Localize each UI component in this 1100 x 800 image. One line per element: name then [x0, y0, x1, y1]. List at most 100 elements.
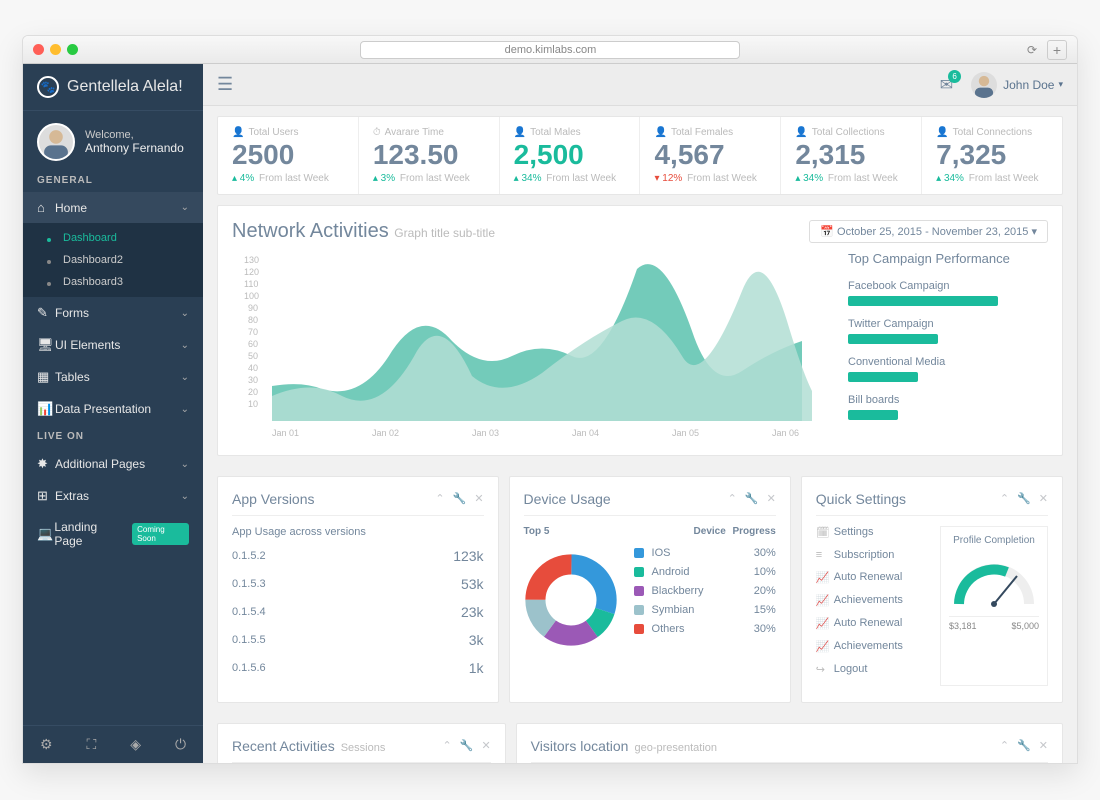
new-tab-button[interactable]: +: [1047, 40, 1067, 60]
sidebar-item-landing[interactable]: 💻Landing PageComing Soon: [23, 512, 203, 556]
quick-setting-item[interactable]: ↪Logout: [816, 663, 930, 676]
svg-text:20: 20: [248, 387, 258, 397]
stat-tile: 👤Total Collections 2,315 ▴ 34% From last…: [781, 117, 922, 194]
svg-text:40: 40: [248, 363, 258, 373]
setting-icon: 🗓: [816, 526, 834, 539]
donut-chart: Top 5: [524, 526, 618, 650]
messages-icon[interactable]: ✉6: [940, 75, 953, 95]
svg-text:50: 50: [248, 351, 258, 361]
quick-setting-item[interactable]: 🗓Settings: [816, 526, 930, 539]
legend-row: Others30%: [634, 623, 776, 635]
edit-icon: ✎: [37, 305, 55, 321]
network-chart: 130120110100 90807060 5040302010 Jan 01J…: [232, 251, 832, 441]
wrench-icon[interactable]: 🔧: [745, 492, 759, 505]
refresh-icon[interactable]: ⟳: [1027, 43, 1037, 57]
address-bar[interactable]: demo.kimlabs.com: [360, 41, 740, 59]
caret-up-icon: ▴ 3%: [373, 173, 395, 184]
campaign-row: Bill boards: [848, 394, 1048, 420]
svg-text:Jan 04: Jan 04: [572, 428, 599, 438]
setting-icon: 📈: [816, 594, 834, 607]
home-icon: ⌂: [37, 200, 55, 215]
tile-value: 123.50: [373, 140, 485, 171]
settings-icon[interactable]: ⚙: [40, 736, 53, 753]
chevron-down-icon: ⌄: [181, 372, 189, 383]
stat-tile: 👤Total Connections 7,325 ▴ 34% From last…: [922, 117, 1062, 194]
version-row: 0.1.5.423k: [232, 604, 484, 620]
quick-setting-item[interactable]: 📈Auto Renewal: [816, 571, 930, 584]
collapse-icon[interactable]: ⌃: [1000, 492, 1009, 505]
fullscreen-icon[interactable]: ⛶: [86, 736, 96, 753]
tile-value: 7,325: [936, 140, 1048, 171]
app-versions-panel: App Versions⌃🔧✕ App Usage across version…: [217, 476, 499, 703]
svg-text:110: 110: [244, 279, 258, 289]
window-close-button[interactable]: [33, 44, 44, 55]
paw-icon: 🐾: [37, 76, 59, 98]
close-icon[interactable]: ✕: [481, 739, 490, 752]
setting-icon: 📈: [816, 617, 834, 630]
collapse-icon[interactable]: ⌃: [1000, 739, 1009, 752]
setting-icon: 📈: [816, 640, 834, 653]
sidebar-item-ui[interactable]: 🖥UI Elements⌄: [23, 329, 203, 361]
stat-tile: 👤Total Users 2500 ▴ 4% From last Week: [218, 117, 359, 194]
sidebar-item-home[interactable]: ⌂Home⌄: [23, 192, 203, 223]
quick-setting-item[interactable]: 📈Achievements: [816, 640, 930, 653]
chevron-down-icon: ⌄: [181, 491, 189, 502]
sidebar-item-datapres[interactable]: 📊Data Presentation⌄: [23, 393, 203, 425]
device-usage-panel: Device Usage⌃🔧✕ Top 5: [509, 476, 791, 703]
quick-setting-item[interactable]: 📈Achievements: [816, 594, 930, 607]
version-row: 0.1.5.61k: [232, 660, 484, 676]
caret-up-icon: ▴ 34%: [795, 173, 823, 184]
sidebar-footer: ⚙ ⛶ ◈ ⏻: [23, 725, 203, 763]
caret-up-icon: ▴ 34%: [936, 173, 964, 184]
collapse-icon[interactable]: ⌃: [443, 739, 452, 752]
eye-icon[interactable]: ◈: [130, 736, 141, 753]
wrench-icon[interactable]: 🔧: [453, 492, 467, 505]
profile-block: Welcome, Anthony Fernando: [23, 111, 203, 169]
quick-setting-item[interactable]: 📈Auto Renewal: [816, 617, 930, 630]
tile-icon: ⏱: [373, 127, 381, 138]
close-icon[interactable]: ✕: [1039, 492, 1048, 505]
sidebar-item-additional[interactable]: ✸Additional Pages⌄: [23, 448, 203, 480]
sidebar-item-forms[interactable]: ✎Forms⌄: [23, 297, 203, 329]
coming-soon-badge: Coming Soon: [132, 523, 189, 545]
collapse-icon[interactable]: ⌃: [728, 492, 737, 505]
tile-value: 2,500: [514, 140, 626, 171]
power-icon[interactable]: ⏻: [175, 736, 186, 753]
hamburger-icon[interactable]: ☰: [217, 74, 233, 95]
svg-text:Jan 05: Jan 05: [672, 428, 699, 438]
campaign-row: Twitter Campaign: [848, 318, 1048, 344]
quick-settings-panel: Quick Settings⌃🔧✕ 🗓Settings≡Subscription…: [801, 476, 1063, 703]
wrench-icon[interactable]: 🔧: [460, 739, 474, 752]
wrench-icon[interactable]: 🔧: [1017, 492, 1031, 505]
window-zoom-button[interactable]: [67, 44, 78, 55]
sidebar-item-extras[interactable]: ⊞Extras⌄: [23, 480, 203, 512]
avatar: [37, 123, 75, 161]
collapse-icon[interactable]: ⌃: [435, 492, 444, 505]
wrench-icon[interactable]: 🔧: [1017, 739, 1031, 752]
chevron-down-icon: ⌄: [181, 340, 189, 351]
setting-icon: ↪: [816, 663, 834, 676]
svg-text:Jan 03: Jan 03: [472, 428, 499, 438]
legend-row: Blackberry20%: [634, 585, 776, 597]
close-icon[interactable]: ✕: [474, 492, 483, 505]
tile-icon: 👤: [514, 127, 526, 138]
table-icon: ▦: [37, 369, 55, 385]
svg-text:130: 130: [244, 255, 259, 265]
campaign-performance: Top Campaign Performance Facebook Campai…: [848, 251, 1048, 441]
close-icon[interactable]: ✕: [1039, 739, 1048, 752]
sidebar: 🐾 Gentellela Alela! Welcome, Anthony Fer…: [23, 64, 203, 763]
sidebar-item-dashboard[interactable]: Dashboard: [23, 227, 203, 249]
window-minimize-button[interactable]: [50, 44, 61, 55]
sidebar-item-tables[interactable]: ▦Tables⌄: [23, 361, 203, 393]
sidebar-item-dashboard3[interactable]: Dashboard3: [23, 271, 203, 293]
quick-setting-item[interactable]: ≡Subscription: [816, 549, 930, 561]
svg-text:30: 30: [248, 375, 258, 385]
version-row: 0.1.5.353k: [232, 576, 484, 592]
svg-text:Jan 02: Jan 02: [372, 428, 399, 438]
topbar: ☰ ✉6 John Doe▾: [203, 64, 1077, 106]
close-icon[interactable]: ✕: [767, 492, 776, 505]
caret-down-icon: ▾ 12%: [654, 173, 682, 184]
date-range-picker[interactable]: 📅 October 25, 2015 - November 23, 2015 ▾: [809, 220, 1048, 243]
sidebar-item-dashboard2[interactable]: Dashboard2: [23, 249, 203, 271]
user-menu[interactable]: John Doe▾: [971, 72, 1063, 98]
